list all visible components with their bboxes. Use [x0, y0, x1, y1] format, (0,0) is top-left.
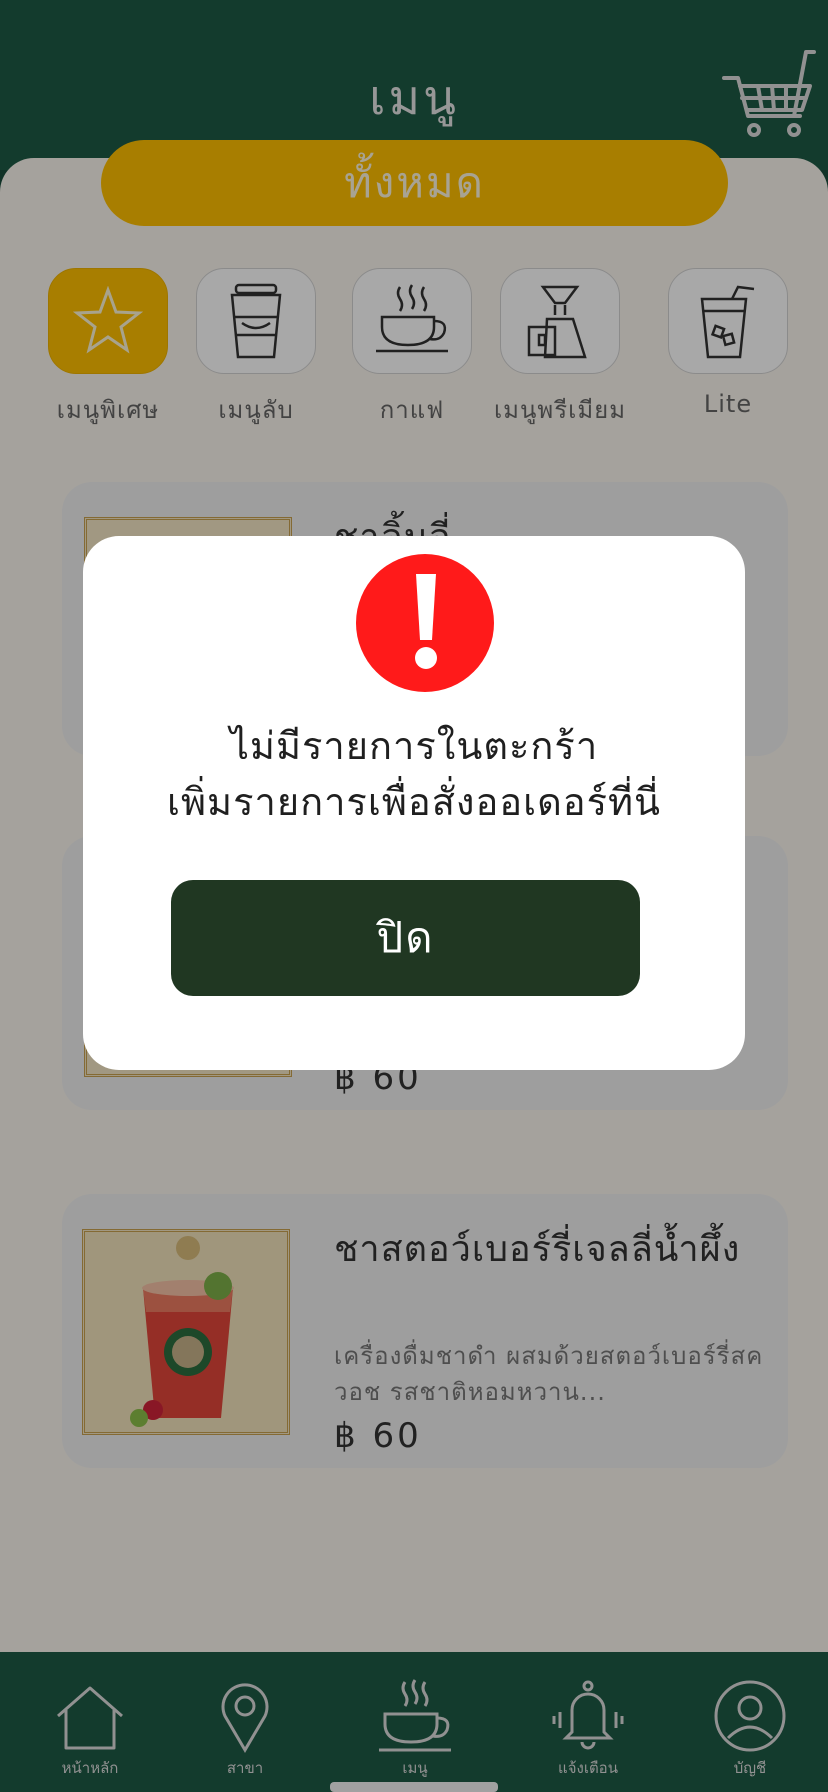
close-button[interactable]: ปิด	[171, 880, 640, 996]
empty-cart-dialog: ไม่มีรายการในตะกร้า เพิ่มรายการเพื่อสั่ง…	[83, 536, 745, 1070]
alert-icon	[356, 554, 494, 692]
dialog-message: ไม่มีรายการในตะกร้า เพิ่มรายการเพื่อสั่ง…	[83, 718, 745, 830]
dialog-message-line1: ไม่มีรายการในตะกร้า	[229, 724, 599, 768]
dialog-message-line2: เพิ่มรายการเพื่อสั่งออเดอร์ที่นี่	[166, 780, 662, 824]
